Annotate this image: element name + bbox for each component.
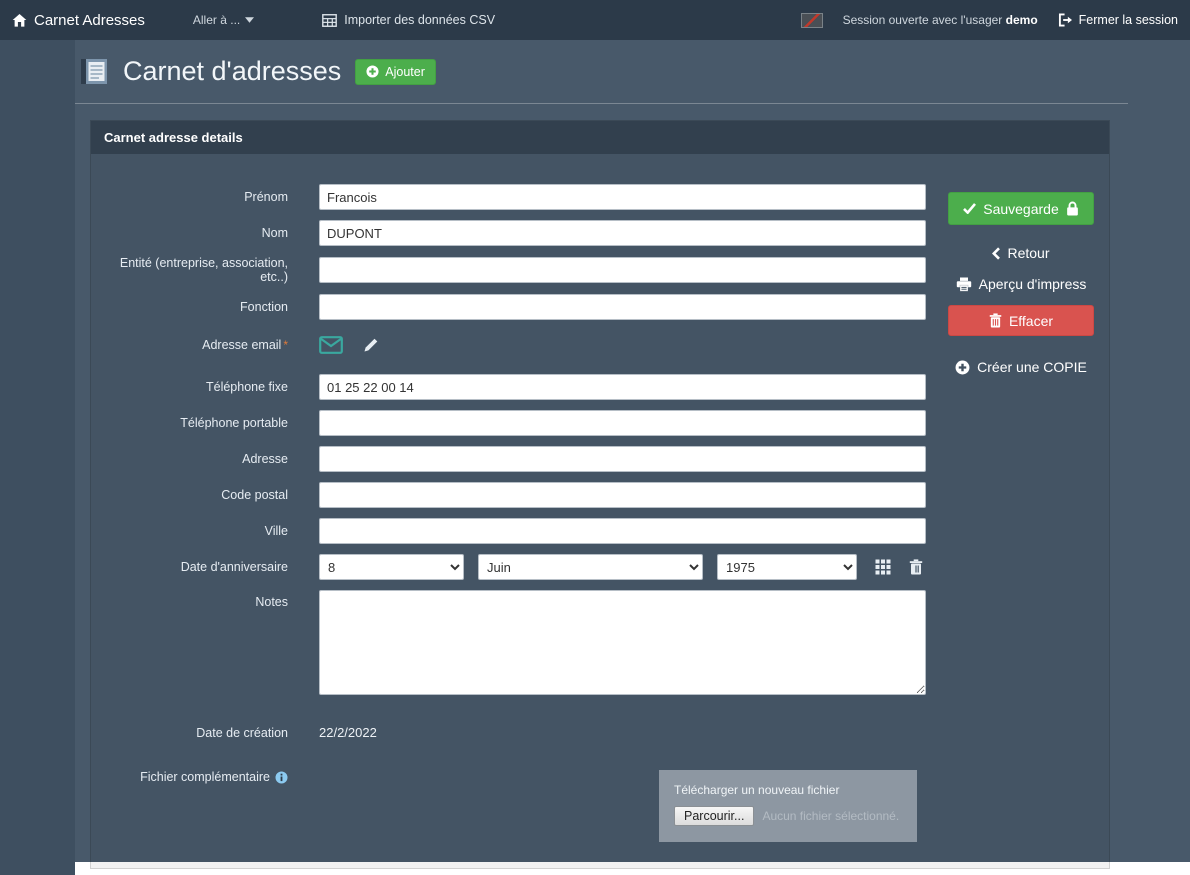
logout-button[interactable]: Fermer la session [1058,13,1178,27]
create-copy-label: Créer une COPIE [977,359,1087,375]
ville-input[interactable] [319,518,926,544]
birthday-year-select[interactable]: 1975 [717,554,857,580]
browse-button[interactable]: Parcourir... [674,806,754,826]
tel-fixe-label: Téléphone fixe [91,380,319,394]
clear-date-trash-icon[interactable] [909,559,923,575]
actions-column: Sauvegarde Retour [948,192,1094,375]
calendar-icon[interactable] [875,559,891,575]
back-button-label: Retour [1007,245,1049,261]
form-row-anniversaire: Date d'anniversaire 8 Juin 1975 [91,554,1109,580]
nom-input[interactable] [319,220,926,246]
birthday-day-select[interactable]: 8 [319,554,464,580]
form-row-tel-fixe: Téléphone fixe [91,374,1109,400]
chevron-down-icon [245,17,254,23]
nav-import-csv[interactable]: Importer des données CSV [322,13,495,27]
save-button[interactable]: Sauvegarde [948,192,1094,225]
address-book-icon [79,58,109,85]
home-icon [12,13,27,28]
email-edit-pencil-icon[interactable] [363,337,379,353]
form-row-adresse: Adresse [91,446,1109,472]
entite-label: Entité (entreprise, association, etc..) [91,256,319,284]
fichier-label: Fichier complémentaire [91,770,319,784]
delete-button[interactable]: Effacer [948,305,1094,336]
required-mark: * [283,338,288,352]
main-content: Carnet d'adresses Ajouter Carnet adresse… [75,40,1190,869]
creation-label: Date de création [91,726,319,740]
info-icon[interactable] [275,771,288,784]
email-envelope-icon[interactable] [319,336,343,354]
panel-title: Carnet adresse details [91,121,1109,154]
form-row-notes: Notes [91,590,1109,700]
details-panel: Carnet adresse details Prénom Nom Entité… [90,120,1110,869]
tel-portable-label: Téléphone portable [91,416,319,430]
language-flag-icon[interactable] [801,13,823,28]
page-header: Carnet d'adresses Ajouter [75,40,1190,95]
tel-fixe-input[interactable] [319,374,926,400]
printer-icon [956,277,972,292]
session-username: demo [1006,13,1038,27]
plus-circle-icon [955,360,970,375]
creation-date-value: 22/2/2022 [319,725,377,740]
nav-import-label: Importer des données CSV [344,13,495,27]
form-row-fichier: Fichier complémentaire Télécharger un no… [91,770,1109,842]
form-row-ville: Ville [91,518,1109,544]
session-status: Session ouverte avec l'usager demo [843,13,1038,27]
chevron-left-icon [992,247,1000,260]
code-postal-label: Code postal [91,488,319,502]
create-copy-button[interactable]: Créer une COPIE [955,359,1087,375]
navbar: Carnet Adresses Aller à ... Importer des… [0,0,1190,40]
notes-textarea[interactable] [319,590,926,695]
anniversaire-label: Date d'anniversaire [91,560,319,574]
print-preview-label: Aperçu d'impress [979,276,1087,292]
sign-out-icon [1058,13,1073,27]
nav-goto-dropdown[interactable]: Aller à ... [193,13,254,27]
nav-goto-label: Aller à ... [193,13,240,27]
form-row-creation: Date de création 22/2/2022 [91,724,1109,742]
code-postal-input[interactable] [319,482,926,508]
prenom-label: Prénom [91,190,319,204]
fonction-label: Fonction [91,300,319,314]
check-icon [963,203,976,214]
divider [75,103,1128,104]
upload-title: Télécharger un nouveau fichier [674,783,902,797]
fonction-input[interactable] [319,294,926,320]
save-button-label: Sauvegarde [983,201,1059,217]
ville-label: Ville [91,524,319,538]
tel-portable-input[interactable] [319,410,926,436]
delete-button-label: Effacer [1009,313,1053,329]
prenom-input[interactable] [319,184,926,210]
form-row-code-postal: Code postal [91,482,1109,508]
page-title: Carnet d'adresses [123,56,341,87]
add-button-label: Ajouter [385,65,425,79]
adresse-input[interactable] [319,446,926,472]
notes-label: Notes [91,590,319,609]
no-file-selected-label: Aucun fichier sélectionné. [762,809,899,823]
entite-input[interactable] [319,257,926,283]
logout-label: Fermer la session [1079,13,1178,27]
add-button[interactable]: Ajouter [355,59,436,85]
nav-brand[interactable]: Carnet Adresses [12,12,145,29]
email-label: Adresse email* [91,338,319,352]
print-preview-button[interactable]: Aperçu d'impress [956,276,1087,292]
birthday-month-select[interactable]: Juin [478,554,703,580]
nav-brand-label: Carnet Adresses [34,12,145,29]
panel-body: Prénom Nom Entité (entreprise, associati… [91,154,1109,868]
back-button[interactable]: Retour [992,245,1049,261]
trash-icon [989,313,1002,328]
import-table-icon [322,14,337,27]
adresse-label: Adresse [91,452,319,466]
lock-icon [1066,201,1079,216]
left-rail [0,40,75,875]
plus-circle-icon [366,65,379,78]
form-row-tel-portable: Téléphone portable [91,410,1109,436]
file-upload-box: Télécharger un nouveau fichier Parcourir… [659,770,917,842]
nom-label: Nom [91,226,319,240]
